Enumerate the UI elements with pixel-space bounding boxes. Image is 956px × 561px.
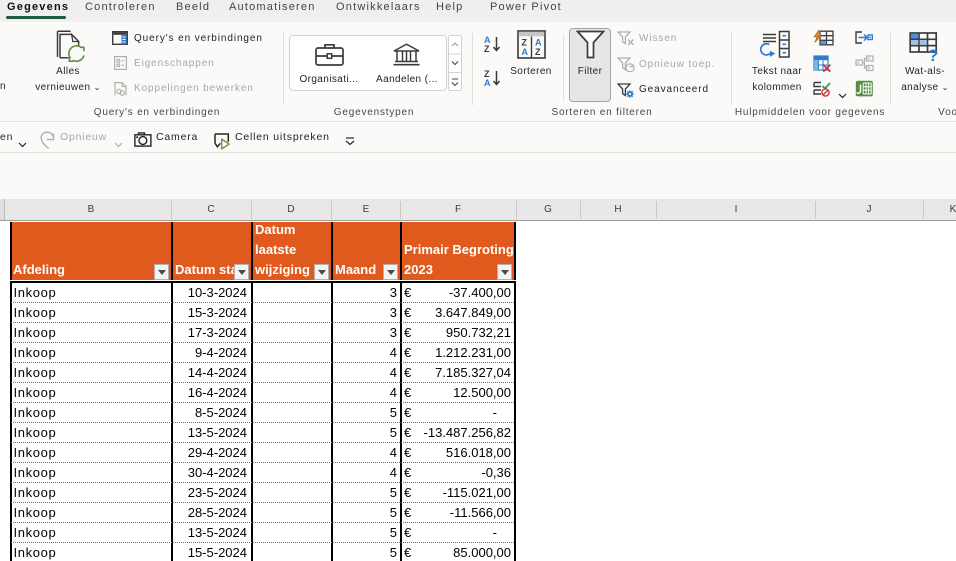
svg-text:?: ? xyxy=(928,46,938,62)
svg-text:A: A xyxy=(522,47,529,57)
svg-text:A: A xyxy=(484,78,491,88)
svg-text:Z: Z xyxy=(484,44,490,54)
svg-text:Z: Z xyxy=(522,38,528,48)
svg-text:A: A xyxy=(535,38,542,48)
svg-text:Z: Z xyxy=(535,47,541,57)
